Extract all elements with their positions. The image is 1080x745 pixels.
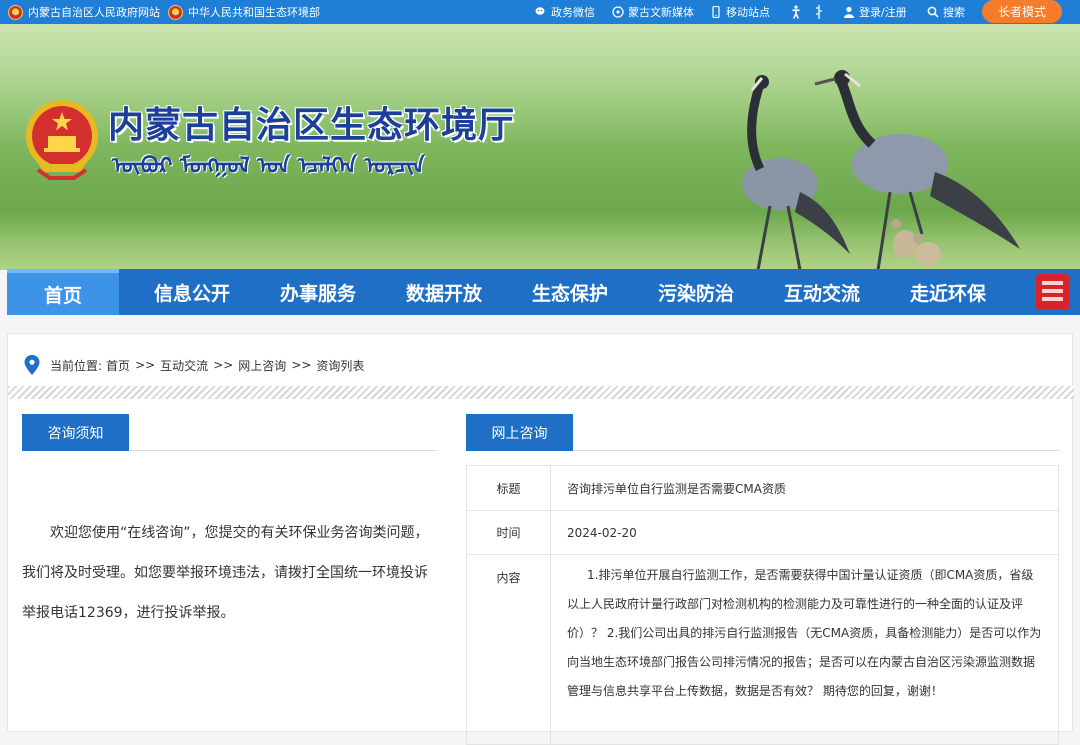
breadcrumb-separator: >>	[213, 358, 234, 372]
search-label: 搜索	[943, 6, 965, 19]
user-icon	[844, 6, 854, 18]
nav-item-interaction[interactable]: 互动交流	[759, 269, 885, 315]
search-icon	[927, 6, 939, 18]
main-nav: 首页 信息公开 办事服务 数据开放 生态保护 污染防治 互动交流 走近环保	[7, 269, 1080, 315]
mee-site-link[interactable]: 中华人民共和国生态环境部	[168, 0, 320, 24]
breadcrumb-interaction[interactable]: 互动交流	[160, 357, 208, 374]
accessibility-icon	[792, 5, 800, 19]
breadcrumb-current: 资询列表	[316, 358, 365, 373]
accessibility-button[interactable]	[789, 0, 807, 24]
wechat-icon	[535, 7, 545, 15]
mobile-site-label: 移动站点	[726, 6, 770, 19]
nav-item-open-data[interactable]: 数据开放	[381, 269, 507, 315]
mongolian-version-button[interactable]	[814, 0, 828, 24]
elder-mode-button[interactable]: 长者模式	[982, 0, 1062, 23]
breadcrumb-home[interactable]: 首页	[106, 357, 130, 374]
breadcrumb-label: 当前位置:	[50, 358, 103, 373]
gov-site-link[interactable]: 内蒙古自治区人民政府网站	[8, 0, 160, 24]
party-gov-seal-icon[interactable]	[1036, 274, 1069, 310]
mongol-media-link[interactable]: 蒙古文新媒体	[612, 0, 694, 24]
mee-site-label: 中华人民共和国生态环境部	[188, 6, 320, 19]
hatch-divider	[8, 386, 1074, 399]
time-label: 时间	[466, 510, 551, 555]
consult-detail-table: 标题 咨询排污单位自行监测是否需要CMA资质 时间 2024-02-20 内容 …	[466, 465, 1059, 745]
nav-item-info-disclosure[interactable]: 信息公开	[129, 269, 255, 315]
tab-consult-notice[interactable]: 咨询须知	[22, 414, 129, 451]
wechat-link[interactable]: 政务微信	[535, 0, 595, 24]
online-consult-section: 网上咨询 标题 咨询排污单位自行监测是否需要CMA资质 时间 2024-02-2…	[466, 414, 1059, 745]
table-row: 内容 1.排污单位开展自行监测工作，是否需要获得中国计量认证资质（即CMA资质，…	[466, 554, 1059, 745]
breadcrumb-separator: >>	[291, 358, 312, 372]
mobile-icon	[712, 6, 720, 18]
media-icon	[612, 6, 624, 18]
cranes-illustration	[742, 70, 1020, 270]
location-pin-icon	[24, 355, 40, 375]
mongol-media-label: 蒙古文新媒体	[628, 6, 694, 19]
breadcrumb-separator: >>	[135, 358, 156, 372]
time-value: 2024-02-20	[550, 510, 1059, 555]
nav-item-about-env[interactable]: 走近环保	[885, 269, 1011, 315]
login-link[interactable]: 登录/注册	[843, 0, 907, 24]
header-banner: 内蒙古自治区生态环境厅 ᠥᠪᠦᠷ ᠮᠣᠩᠭᠣᠯ ᠤᠨ ᠡᠴᠡᠯᠭᠡᠨ ᠣᠷᠴᠢᠨ	[0, 24, 1080, 270]
nav-item-eco-protection[interactable]: 生态保护	[507, 269, 633, 315]
content-value: 1.排污单位开展自行监测工作，是否需要获得中国计量认证资质（即CMA资质，省级以…	[550, 554, 1059, 745]
mobile-site-link[interactable]: 移动站点	[710, 0, 770, 24]
nav-item-home[interactable]: 首页	[7, 269, 119, 315]
breadcrumb-online-consult[interactable]: 网上咨询	[238, 357, 286, 374]
consult-notice-text: 欢迎您使用“在线咨询”，您提交的有关环保业务咨询类问题，我们将及时受理。如您要举…	[22, 525, 429, 621]
content-panel: 当前位置: 首页 >> 互动交流 >> 网上咨询 >> 资询列表 咨询须知 欢迎…	[7, 333, 1074, 745]
top-bar: 内蒙古自治区人民政府网站 中华人民共和国生态环境部 政务微信 蒙古文新媒体 移动…	[0, 0, 1080, 24]
nav-item-pollution-control[interactable]: 污染防治	[633, 269, 759, 315]
breadcrumb: 当前位置: 首页 >> 互动交流 >> 网上咨询 >> 资询列表	[24, 352, 364, 378]
wechat-label: 政务微信	[551, 6, 595, 19]
national-emblem-icon	[8, 4, 23, 20]
nav-item-services[interactable]: 办事服务	[255, 269, 381, 315]
mongolian-script-icon	[816, 5, 822, 19]
national-emblem-logo	[26, 100, 98, 180]
site-title-mongolian: ᠥᠪᠦᠷ ᠮᠣᠩᠭᠣᠯ ᠤᠨ ᠡᠴᠡᠯᠭᠡᠨ ᠣᠷᠴᠢᠨ	[112, 154, 425, 179]
national-emblem-icon	[168, 4, 183, 20]
table-row: 标题 咨询排污单位自行监测是否需要CMA资质	[466, 465, 1059, 511]
gov-site-label: 内蒙古自治区人民政府网站	[28, 6, 160, 19]
title-value: 咨询排污单位自行监测是否需要CMA资质	[550, 465, 1059, 511]
login-label: 登录/注册	[859, 6, 907, 19]
consult-notice-section: 咨询须知 欢迎您使用“在线咨询”，您提交的有关环保业务咨询类问题，我们将及时受理…	[22, 414, 438, 633]
table-row: 时间 2024-02-20	[466, 510, 1059, 555]
tab-online-consult[interactable]: 网上咨询	[466, 414, 573, 451]
content-label: 内容	[466, 554, 551, 745]
title-label: 标题	[466, 465, 551, 511]
site-title: 内蒙古自治区生态环境厅	[108, 104, 516, 146]
search-link[interactable]: 搜索	[927, 0, 965, 24]
